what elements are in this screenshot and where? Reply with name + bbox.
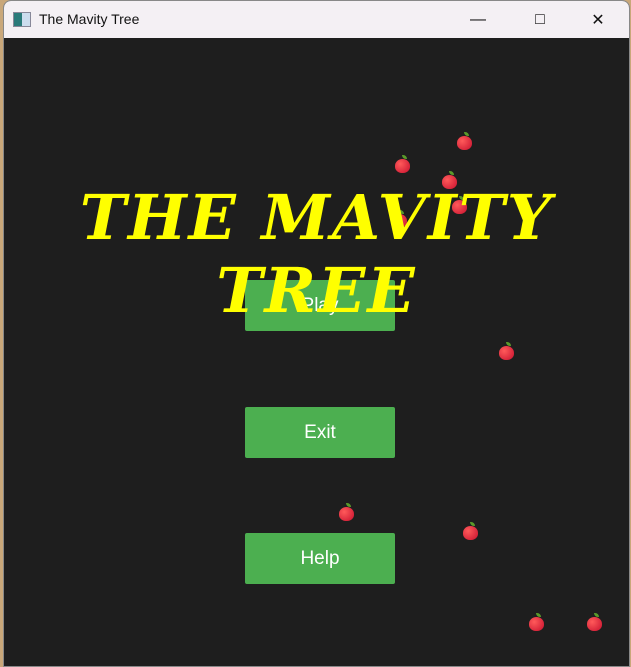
apple-icon [393,155,411,173]
app-icon [13,12,31,27]
close-icon: ✕ [591,11,605,29]
apple-icon [455,132,473,150]
window-title: The Mavity Tree [39,11,140,27]
apple-icon [337,503,355,521]
apple-icon [461,522,479,540]
title-bar[interactable]: The Mavity Tree — □ ✕ [4,1,629,38]
apple-icon [497,342,515,360]
maximize-icon: □ [535,10,545,28]
minimize-icon: — [470,10,486,28]
close-button[interactable]: ✕ [575,1,621,38]
help-button[interactable]: Help [245,533,395,584]
game-canvas: THE MAVITY TREE Play Exit Help [4,38,629,666]
minimize-button[interactable]: — [455,1,501,38]
apple-icon [527,613,545,631]
game-title: THE MAVITY TREE [79,181,554,327]
apple-icon [585,613,603,631]
app-window: The Mavity Tree — □ ✕ THE MAVITY TREE Pl… [3,0,630,667]
exit-button[interactable]: Exit [245,407,395,458]
maximize-button[interactable]: □ [517,1,563,38]
